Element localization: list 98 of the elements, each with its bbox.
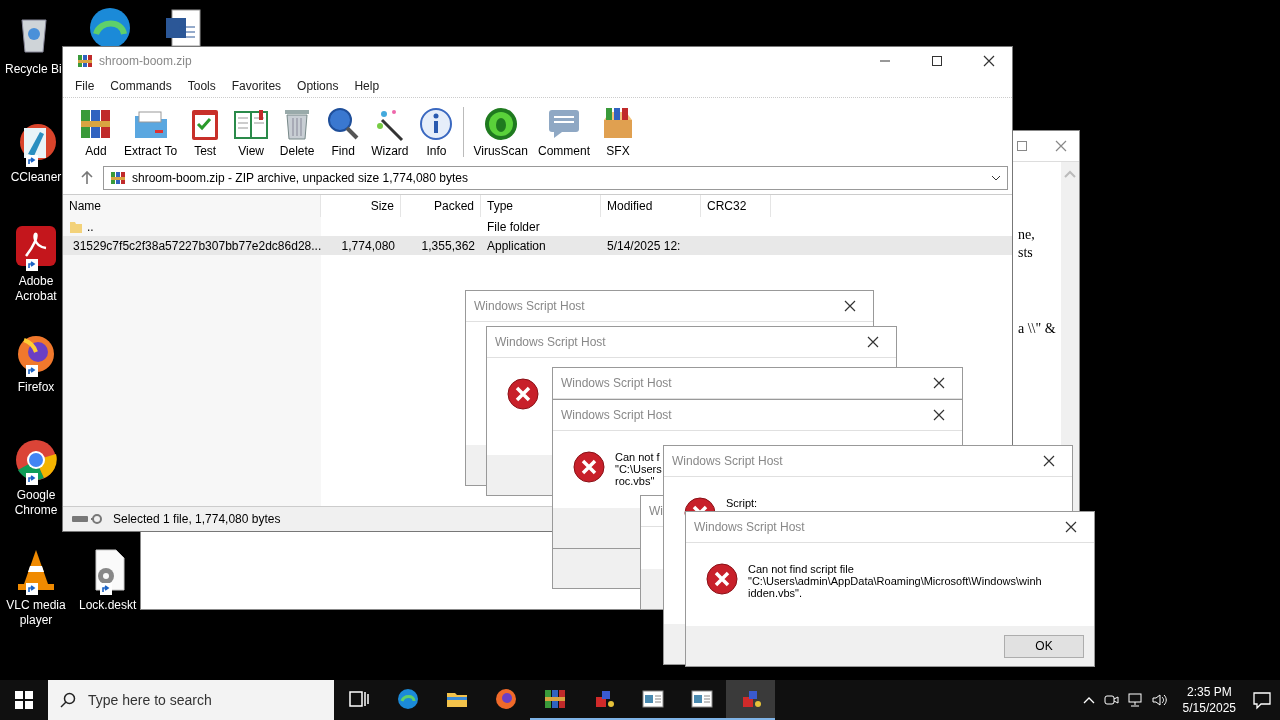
menu-item[interactable]: Commands	[102, 79, 180, 93]
toolbar-button[interactable]: VirusScan	[468, 106, 533, 158]
dialog-message: Can not f "C:\Users roc.vbs"	[615, 451, 662, 487]
name-cell: ..	[63, 217, 321, 236]
maximize-icon[interactable]	[932, 56, 942, 66]
column-header[interactable]: Type	[481, 195, 601, 217]
archive-icon	[110, 170, 126, 186]
dialog-title: Windows Script Host	[561, 408, 672, 422]
file-row[interactable]: .. File folder	[63, 217, 1012, 236]
error-icon	[507, 378, 539, 410]
search-icon	[60, 692, 76, 708]
type-cell-text: Application	[486, 237, 547, 255]
browser-icon	[395, 687, 420, 711]
name-cell: 31529c7f5c2f38a57227b307bb77e2dc86d28...	[63, 236, 321, 255]
search-bar[interactable]: Type here to search	[48, 680, 334, 720]
toolbar-button[interactable]: Comment	[532, 106, 595, 158]
toolbar-button[interactable]: Info	[413, 106, 460, 158]
status-text: Selected 1 file, 1,774,080 bytes	[113, 512, 281, 526]
size-cell-text: 1,774,080	[340, 237, 396, 255]
packed-cell-text: 1,355,362	[420, 237, 476, 255]
pdf-icon	[14, 224, 58, 268]
column-header[interactable]: CRC32	[701, 195, 771, 217]
column-header[interactable]: Name	[63, 195, 321, 217]
dialog-title: Wi	[649, 504, 663, 518]
shortcut-arrow-icon	[26, 259, 38, 271]
up-arrow-icon[interactable]	[81, 171, 93, 185]
file-row[interactable]: 31529c7f5c2f38a57227b307bb77e2dc86d28... 1,774,080 1,355,362 Application 5/14/2025 12:	[63, 236, 1012, 255]
toolbar-button[interactable]: View	[228, 106, 275, 158]
desktop-icon-label[interactable]: CCleaner	[10, 170, 62, 185]
notification-icon[interactable]	[1252, 690, 1272, 710]
toolbar-button[interactable]: Test	[182, 106, 229, 158]
shortcut-arrow-icon	[26, 583, 38, 595]
menu-item[interactable]: Tools	[179, 79, 224, 93]
dropdown-caret-icon[interactable]	[991, 175, 1001, 181]
windows-logo-icon	[15, 691, 33, 709]
document-text: a \\" &	[1018, 320, 1057, 338]
search-field[interactable]: Type here to search	[86, 691, 334, 709]
bug-icon	[482, 106, 519, 142]
document-text: ne,	[1018, 226, 1036, 244]
desktop-icon-label[interactable]: Adobe Acrobat	[7, 274, 65, 304]
chrome-icon	[14, 438, 58, 482]
menu-item[interactable]: Options	[289, 79, 347, 93]
desktop-icon-label[interactable]: Google Chrome	[7, 488, 65, 518]
toolbar-button[interactable]: Wizard	[366, 106, 414, 158]
window-icon	[640, 687, 665, 711]
desktop-icon-label[interactable]: Recycle Bi	[5, 62, 62, 77]
column-header[interactable]: Packed	[401, 195, 481, 217]
info-icon	[418, 106, 455, 142]
clock[interactable]: 2:35 PM 5/15/2025	[1174, 684, 1244, 716]
window-icon	[689, 687, 714, 711]
dialog-message: Script:	[726, 497, 758, 509]
folder-icon	[69, 219, 83, 234]
dialog-message: Can not find script file "C:\Users\admin\AppData\Roaming\Microsoft\Windows\winh idden.vbs".	[748, 563, 1042, 599]
toolbar-button[interactable]: SFX	[595, 106, 641, 158]
network-icon[interactable]	[1126, 692, 1143, 708]
close-icon[interactable]	[983, 55, 995, 67]
address-field[interactable]: shroom-boom.zip - ZIP archive, unpacked size 1,774,080 bytes	[103, 166, 1008, 190]
desktop-icon-label[interactable]: VLC media player	[0, 598, 72, 628]
window-title: shroom-boom.zip	[99, 54, 193, 68]
column-header[interactable]: Size	[321, 195, 401, 217]
shortcut-arrow-icon	[26, 473, 38, 485]
column-header[interactable]: Modified	[601, 195, 701, 217]
error-icon	[573, 451, 605, 483]
close-icon[interactable]	[1043, 455, 1055, 467]
desktop-icon-label[interactable]: Lock.deskt	[79, 598, 137, 613]
archive-icon	[77, 53, 93, 69]
modified-cell-text: 5/14/2025 12:	[606, 237, 682, 255]
menu-item[interactable]: File	[67, 79, 103, 93]
menu-item[interactable]: Favorites	[223, 79, 290, 93]
close-icon[interactable]	[1065, 521, 1077, 533]
close-icon[interactable]	[867, 336, 879, 348]
document-icon[interactable]	[164, 8, 204, 48]
dialog-title: Windows Script Host	[694, 520, 805, 534]
toolbar-button[interactable]: Add	[73, 106, 119, 158]
toolbar-button[interactable]: Delete	[274, 106, 321, 158]
close-icon[interactable]	[933, 409, 945, 421]
ok-button[interactable]: OK	[1004, 634, 1084, 658]
document-text: sts	[1018, 244, 1034, 262]
desktop-icon-label[interactable]: Firefox	[17, 380, 55, 395]
type-cell-text: File folder	[486, 218, 541, 236]
close-icon[interactable]	[933, 377, 945, 389]
speaker-icon[interactable]	[1150, 692, 1167, 708]
toolbar-button[interactable]: Extract To	[119, 106, 183, 158]
fox-icon	[493, 687, 518, 711]
dialog-title: Windows Script Host	[561, 376, 672, 390]
menu-item[interactable]: Help	[346, 79, 388, 93]
archive-icon	[542, 687, 567, 711]
shortcut-arrow-icon	[26, 365, 38, 377]
dialog-title: Windows Script Host	[474, 299, 585, 313]
toolbar-button[interactable]: Find	[320, 106, 367, 158]
close-icon[interactable]	[844, 300, 856, 312]
error-icon	[706, 563, 738, 595]
shortcut-arrow-icon	[100, 583, 112, 595]
chevron-up-icon[interactable]	[1082, 696, 1095, 704]
dialog-title: Windows Script Host	[495, 335, 606, 349]
camera-icon[interactable]	[1102, 692, 1119, 708]
dialog-title: Windows Script Host	[672, 454, 783, 468]
shortcut-arrow-icon	[26, 155, 38, 167]
